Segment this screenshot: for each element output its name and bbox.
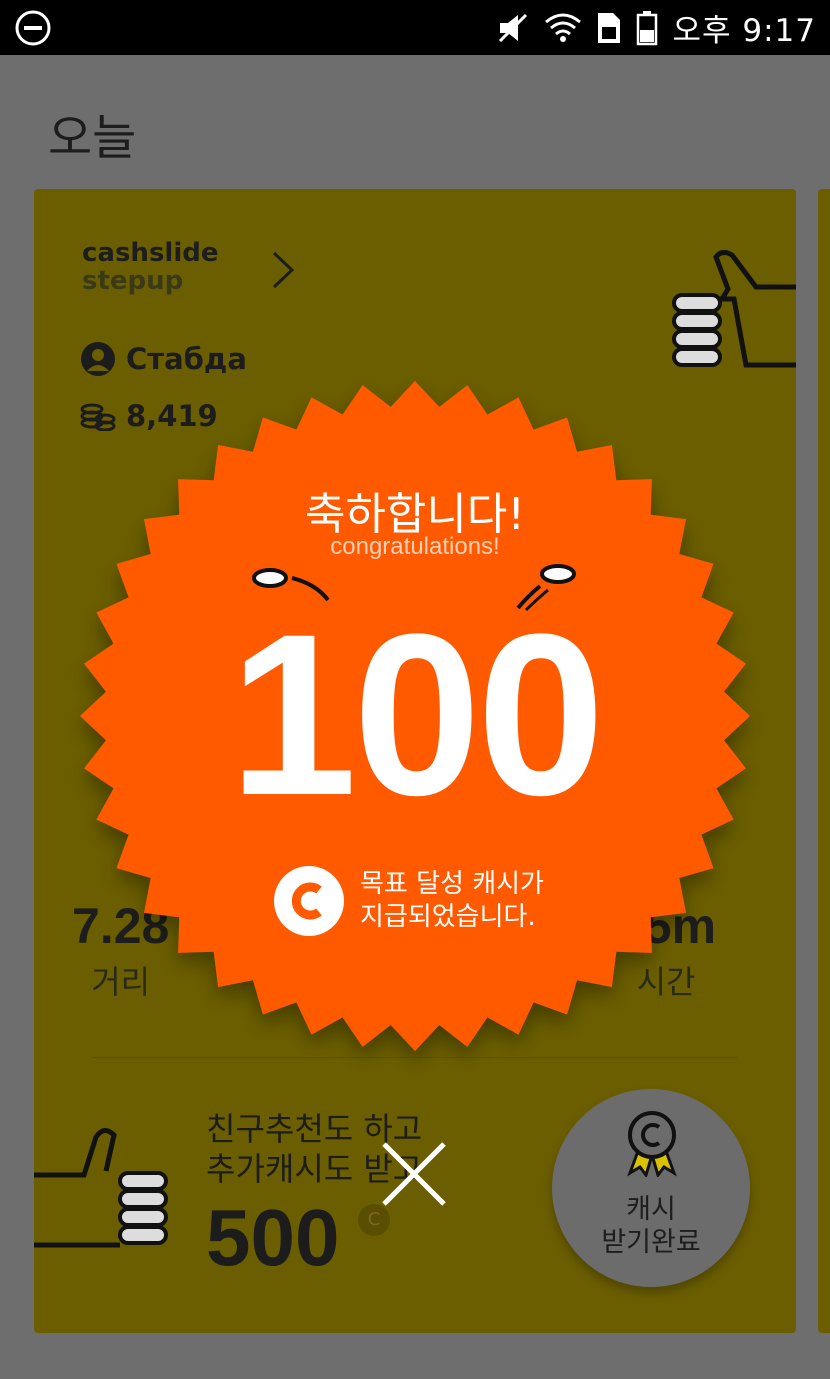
thumbs-up-icon	[34, 1128, 168, 1248]
close-icon[interactable]	[378, 1138, 450, 1210]
time-value: 25m	[616, 898, 717, 954]
distance-stat: 7.28 거리	[72, 897, 169, 1003]
time-stat: 25m 시간	[616, 897, 716, 1003]
cash-received-line2: 받기완료	[601, 1227, 701, 1258]
cash-received-line1: 캐시	[626, 1194, 676, 1225]
vibrate-off-icon	[499, 13, 528, 42]
coin-row: 8,419	[80, 399, 218, 433]
medal-icon	[627, 1111, 677, 1177]
cash-received-button[interactable]: 캐시 받기완료	[552, 1089, 750, 1287]
brand-line1: cashslide	[82, 238, 219, 268]
do-not-disturb-icon	[15, 10, 51, 46]
status-bar: 오후 9:17	[0, 0, 830, 55]
next-card-peek[interactable]	[818, 189, 830, 1333]
user-avatar-icon	[81, 342, 115, 376]
chevron-right-icon[interactable]	[268, 249, 298, 291]
distance-label: 거리	[91, 963, 151, 1001]
divider	[92, 1057, 737, 1058]
distance-value: 7.28	[72, 898, 170, 954]
time-label: 시간	[636, 963, 696, 1001]
brand-line2: stepup	[82, 266, 184, 296]
coin-balance: 8,419	[126, 399, 218, 433]
coins-icon	[80, 403, 116, 431]
cash-received-label: 캐시 받기완료	[552, 1193, 750, 1259]
user-row: Стабда	[80, 341, 247, 377]
status-time: 오후 9:17	[672, 13, 816, 49]
brand-logo[interactable]: cashslide stepup	[82, 239, 219, 295]
battery-icon	[637, 10, 658, 45]
wifi-icon	[545, 13, 582, 42]
status-icons: 오후 9:17	[496, 0, 816, 55]
user-name: Стабда	[126, 342, 247, 376]
page-title: 오늘	[48, 110, 137, 166]
sim-icon	[598, 12, 621, 43]
thumbs-up-icon	[672, 249, 796, 368]
